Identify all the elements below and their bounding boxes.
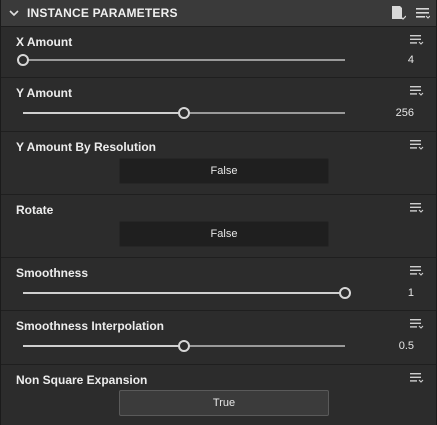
slider-fill bbox=[23, 112, 184, 114]
param-y-amount-by-resolution: Y Amount By Resolution False bbox=[1, 132, 436, 195]
smoothness-interpolation-slider[interactable] bbox=[23, 340, 345, 352]
slider-knob[interactable] bbox=[178, 107, 190, 119]
y-amount-slider[interactable] bbox=[23, 107, 345, 119]
instance-parameters-panel: INSTANCE PARAMETERS X Amount 4 Y Amount … bbox=[0, 0, 437, 425]
document-dropdown-icon[interactable] bbox=[390, 5, 406, 21]
param-smoothness: Smoothness 1 bbox=[1, 258, 436, 311]
x-amount-slider[interactable] bbox=[17, 54, 345, 66]
menu-lines-icon[interactable] bbox=[416, 6, 430, 20]
param-label: Y Amount bbox=[16, 86, 72, 100]
panel-header[interactable]: INSTANCE PARAMETERS bbox=[1, 0, 436, 27]
rotate-toggle[interactable]: False bbox=[119, 221, 329, 247]
slider-fill bbox=[23, 345, 184, 347]
param-options-icon[interactable] bbox=[410, 265, 424, 277]
y-amount-value[interactable]: 256 bbox=[396, 107, 414, 119]
param-options-icon[interactable] bbox=[410, 34, 424, 46]
non-square-expansion-toggle[interactable]: True bbox=[119, 390, 329, 416]
param-label: Non Square Expansion bbox=[16, 373, 148, 387]
param-label: Rotate bbox=[16, 203, 54, 217]
param-options-icon[interactable] bbox=[410, 202, 424, 214]
slider-knob[interactable] bbox=[178, 340, 190, 352]
param-options-icon[interactable] bbox=[410, 85, 424, 97]
smoothness-slider[interactable] bbox=[23, 287, 351, 299]
smoothness-interpolation-value[interactable]: 0.5 bbox=[399, 340, 414, 352]
param-options-icon[interactable] bbox=[410, 139, 424, 151]
param-label: X Amount bbox=[16, 35, 73, 49]
slider-fill bbox=[23, 292, 345, 294]
param-non-square-expansion: Non Square Expansion True bbox=[1, 365, 436, 425]
param-x-amount: X Amount 4 bbox=[1, 27, 436, 78]
panel-title: INSTANCE PARAMETERS bbox=[27, 6, 178, 20]
param-rotate: Rotate False bbox=[1, 195, 436, 258]
param-options-icon[interactable] bbox=[410, 372, 424, 384]
param-y-amount: Y Amount 256 bbox=[1, 78, 436, 132]
x-amount-value[interactable]: 4 bbox=[408, 54, 414, 66]
param-smoothness-interpolation: Smoothness Interpolation 0.5 bbox=[1, 311, 436, 365]
param-label: Y Amount By Resolution bbox=[16, 140, 157, 154]
param-label: Smoothness bbox=[16, 266, 89, 280]
slider-knob[interactable] bbox=[17, 54, 29, 66]
chevron-down-icon[interactable] bbox=[9, 8, 19, 18]
slider-knob[interactable] bbox=[339, 287, 351, 299]
param-options-icon[interactable] bbox=[410, 318, 424, 330]
smoothness-value[interactable]: 1 bbox=[408, 287, 414, 299]
y-amount-by-resolution-toggle[interactable]: False bbox=[119, 158, 329, 184]
param-label: Smoothness Interpolation bbox=[16, 319, 165, 333]
